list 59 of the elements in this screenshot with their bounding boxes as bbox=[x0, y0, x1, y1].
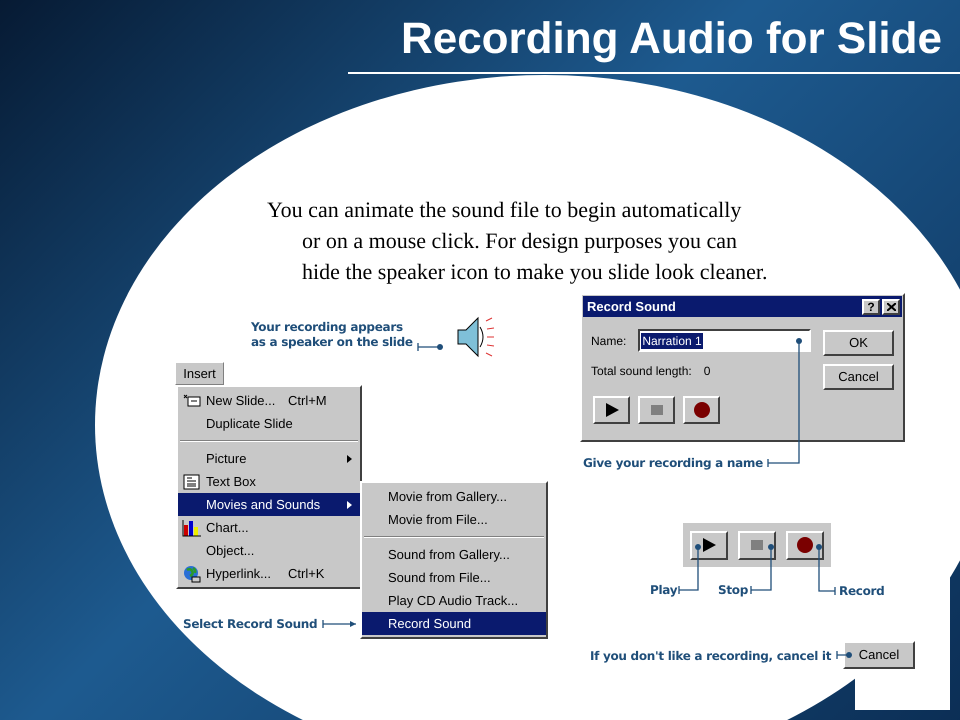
menu-item[interactable]: Hyperlink... Ctrl+K bbox=[178, 562, 360, 585]
record-icon bbox=[694, 402, 710, 418]
menu-item[interactable]: Movie from Gallery... bbox=[362, 485, 546, 508]
menu-item[interactable]: Movies and Sounds bbox=[178, 493, 360, 516]
play-icon bbox=[702, 538, 716, 552]
menu-item[interactable]: Play CD Audio Track... bbox=[362, 589, 546, 612]
dialog-caption-text: Give your recording a name bbox=[583, 456, 763, 471]
play-icon bbox=[604, 403, 618, 417]
new-slide-icon bbox=[183, 394, 201, 408]
play-button[interactable] bbox=[593, 396, 630, 424]
cancel-caption-text: If you don't like a recording, cancel it bbox=[590, 649, 832, 664]
stop-label: Stop bbox=[718, 583, 748, 598]
record-icon bbox=[797, 537, 813, 553]
help-button[interactable]: ? bbox=[862, 298, 880, 314]
record-button[interactable] bbox=[786, 530, 824, 560]
bar-chart-icon bbox=[182, 518, 202, 536]
text-box-icon bbox=[183, 474, 201, 490]
menu-item[interactable]: Chart... bbox=[178, 516, 360, 539]
close-icon bbox=[886, 302, 896, 310]
length-label: Total sound length: bbox=[591, 363, 692, 380]
record-button[interactable] bbox=[683, 396, 720, 424]
leader-line bbox=[322, 619, 357, 629]
menu-item[interactable]: Sound from Gallery... bbox=[362, 543, 546, 566]
menu-item[interactable]: Sound from File... bbox=[362, 566, 546, 589]
leader-line bbox=[836, 650, 852, 660]
menu-item[interactable]: Text Box bbox=[178, 470, 360, 493]
cancel-button[interactable]: Cancel bbox=[843, 641, 915, 669]
menu-item[interactable]: New Slide... Ctrl+M bbox=[178, 389, 360, 412]
length-value: 0 bbox=[704, 363, 710, 380]
leader-line bbox=[417, 342, 443, 352]
leader-line bbox=[816, 544, 836, 596]
name-label: Name: bbox=[591, 332, 626, 350]
body-text: You can animate the sound file to begin automatically or on a mouse click. For design purposes you can hide the speaker icon to make you slide look cleaner. bbox=[267, 196, 768, 286]
menu-item[interactable]: Duplicate Slide bbox=[178, 412, 360, 435]
close-button[interactable] bbox=[882, 298, 900, 314]
menu-item[interactable]: Object... bbox=[178, 539, 360, 562]
insert-menu-button[interactable]: Insert bbox=[175, 362, 224, 385]
slide-title: Recording Audio for Slide bbox=[400, 13, 942, 65]
speaker-icon bbox=[456, 315, 496, 359]
record-label: Record bbox=[839, 584, 884, 599]
dialog-button[interactable]: Cancel bbox=[823, 364, 894, 390]
dialog-button[interactable]: OK bbox=[823, 330, 894, 356]
dialog-title: Record Sound bbox=[587, 298, 676, 316]
name-input[interactable]: Narration 1 bbox=[638, 329, 811, 352]
menu-item[interactable]: Picture bbox=[178, 447, 360, 470]
play-button[interactable] bbox=[690, 530, 728, 560]
globe-icon bbox=[182, 564, 202, 582]
leader-line bbox=[678, 544, 701, 595]
menu-item[interactable]: Movie from File... bbox=[362, 508, 546, 531]
menu-caption-text: Select Record Sound bbox=[183, 617, 318, 632]
stop-button[interactable] bbox=[638, 396, 675, 424]
menu-item[interactable]: Record Sound bbox=[362, 612, 546, 635]
selected-text: Narration 1 bbox=[641, 332, 703, 348]
stop-button[interactable] bbox=[738, 530, 776, 560]
stop-icon bbox=[751, 540, 763, 550]
stop-icon bbox=[650, 405, 662, 415]
speaker-caption-text: Your recording appears as a speaker on the slide bbox=[251, 320, 413, 350]
leader-line bbox=[750, 544, 774, 595]
play-label: Play bbox=[650, 583, 678, 598]
